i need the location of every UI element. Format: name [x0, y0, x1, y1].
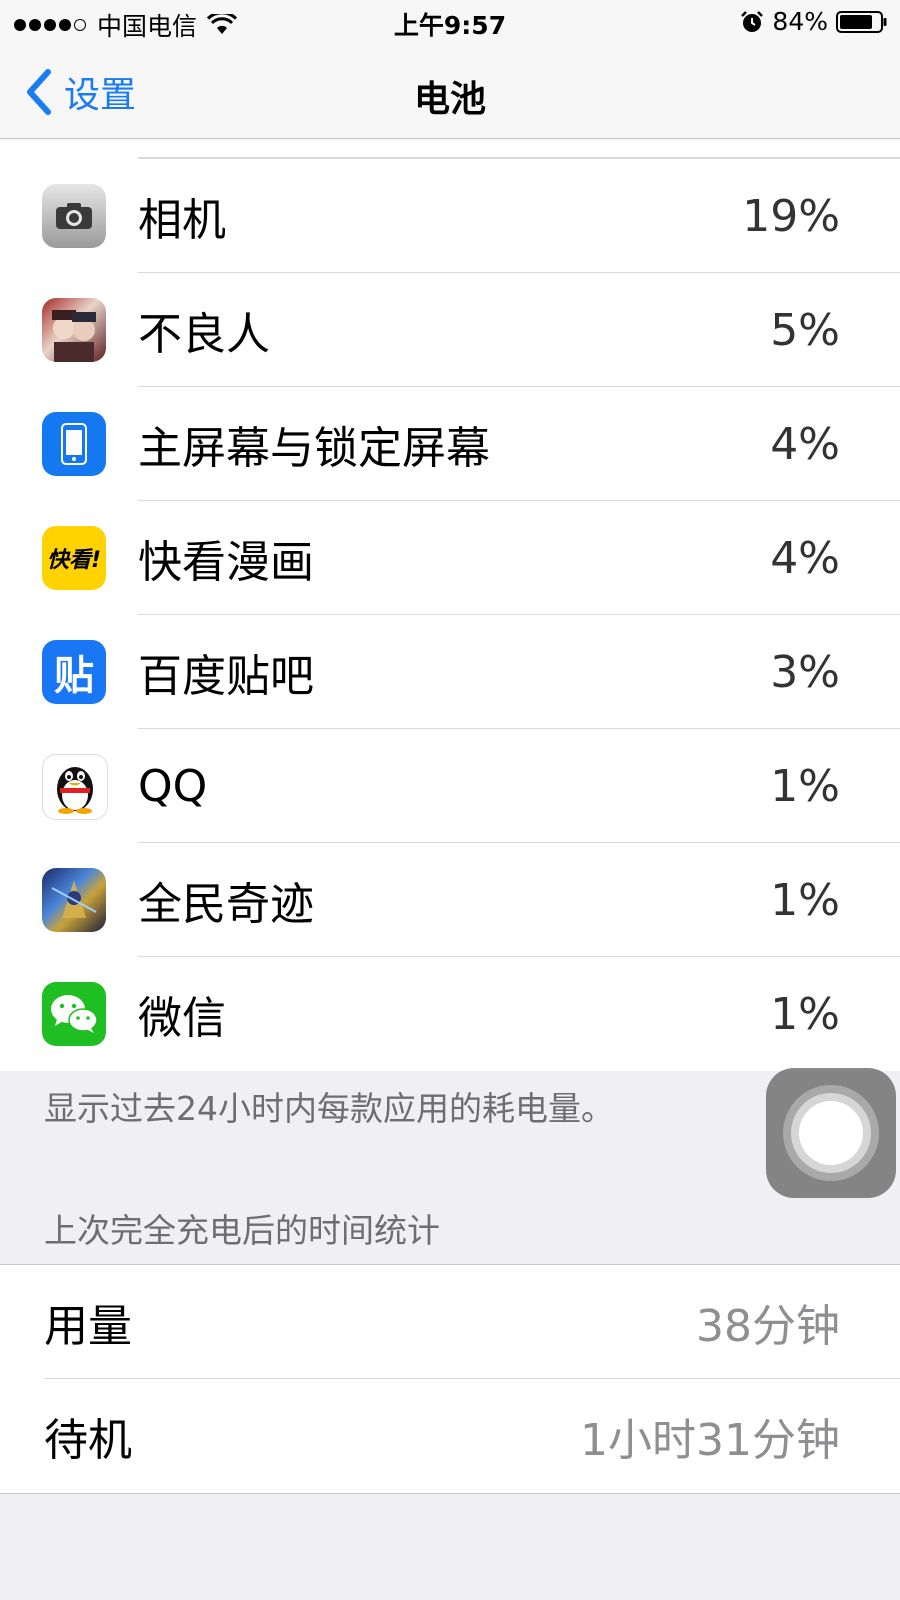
kuaikan-app-icon: 快看! [42, 526, 106, 590]
app-name: 不良人 [138, 309, 270, 360]
status-bar: 中国电信 上午9:57 84% [0, 0, 900, 44]
assistive-ring-inner [799, 1101, 863, 1165]
standby-row: 待机 1小时31分钟 [0, 1379, 900, 1493]
app-row-qq[interactable]: QQ 1% [0, 729, 900, 843]
wechat-app-icon [42, 982, 106, 1046]
assistive-touch-button[interactable] [766, 1068, 896, 1198]
game-characters-icon [52, 310, 96, 362]
tieba-app-icon: 贴 [42, 640, 106, 704]
usage-value: 38分钟 [696, 1301, 840, 1352]
alarm-icon [741, 10, 764, 32]
navigation-bar: 设置 电池 [0, 44, 900, 139]
app-name: 相机 [138, 195, 226, 246]
qq-app-icon [42, 754, 108, 820]
usage-row: 用量 38分钟 [0, 1265, 900, 1379]
warrior-icon [51, 880, 97, 918]
page-title: 电池 [413, 79, 486, 120]
section-header-since-charge: 上次完全充电后的时间统计 [44, 1211, 440, 1250]
app-row-camera[interactable]: 相机 19% [0, 159, 900, 273]
home-lock-screen-icon [42, 412, 106, 476]
standby-label: 待机 [44, 1415, 132, 1466]
app-percent: 19% [742, 190, 840, 242]
app-percent: 4% [770, 532, 840, 584]
battery-icon [836, 10, 887, 33]
app-name: 快看漫画 [138, 537, 314, 588]
phone-icon [61, 423, 87, 465]
since-charge-stats: 用量 38分钟 待机 1小时31分钟 [0, 1264, 900, 1494]
chat-bubbles-icon [51, 995, 98, 1033]
camera-app-icon [42, 184, 106, 248]
app-name: 微信 [138, 993, 226, 1044]
app-percent: 3% [770, 646, 840, 698]
usage-footnote: 显示过去24小时内每款应用的耗电量。 [44, 1089, 614, 1128]
standby-value: 1小时31分钟 [580, 1415, 840, 1466]
app-name: 全民奇迹 [138, 879, 314, 930]
app-usage-list: 相机 19% 不良人 5% 主屏幕与锁定屏幕 4% 快看! 快看漫画 4% 贴 … [0, 140, 900, 1071]
app-percent: 1% [770, 874, 840, 926]
app-percent: 1% [770, 760, 840, 812]
app-name: 主屏幕与锁定屏幕 [138, 423, 490, 474]
buliangren-app-icon [42, 298, 106, 362]
app-name: 百度贴吧 [138, 651, 314, 702]
status-right: 84% [740, 7, 888, 36]
battery-percentage: 84% [772, 7, 828, 36]
list-top-cutoff [0, 140, 900, 159]
quanminqiji-app-icon [42, 868, 106, 932]
app-row-tieba[interactable]: 贴 百度贴吧 3% [0, 615, 900, 729]
app-row-kuaikan[interactable]: 快看! 快看漫画 4% [0, 501, 900, 615]
app-percent: 1% [770, 988, 840, 1040]
app-percent: 5% [770, 304, 840, 356]
usage-label: 用量 [44, 1301, 132, 1352]
app-row-wechat[interactable]: 微信 1% [0, 957, 900, 1071]
app-percent: 4% [770, 418, 840, 470]
app-row-buliangren[interactable]: 不良人 5% [0, 273, 900, 387]
app-name: QQ [138, 760, 208, 812]
app-row-home-lock-screen[interactable]: 主屏幕与锁定屏幕 4% [0, 387, 900, 501]
penguin-icon [57, 767, 93, 814]
camera-icon [56, 203, 92, 229]
app-row-quanminqiji[interactable]: 全民奇迹 1% [0, 843, 900, 957]
